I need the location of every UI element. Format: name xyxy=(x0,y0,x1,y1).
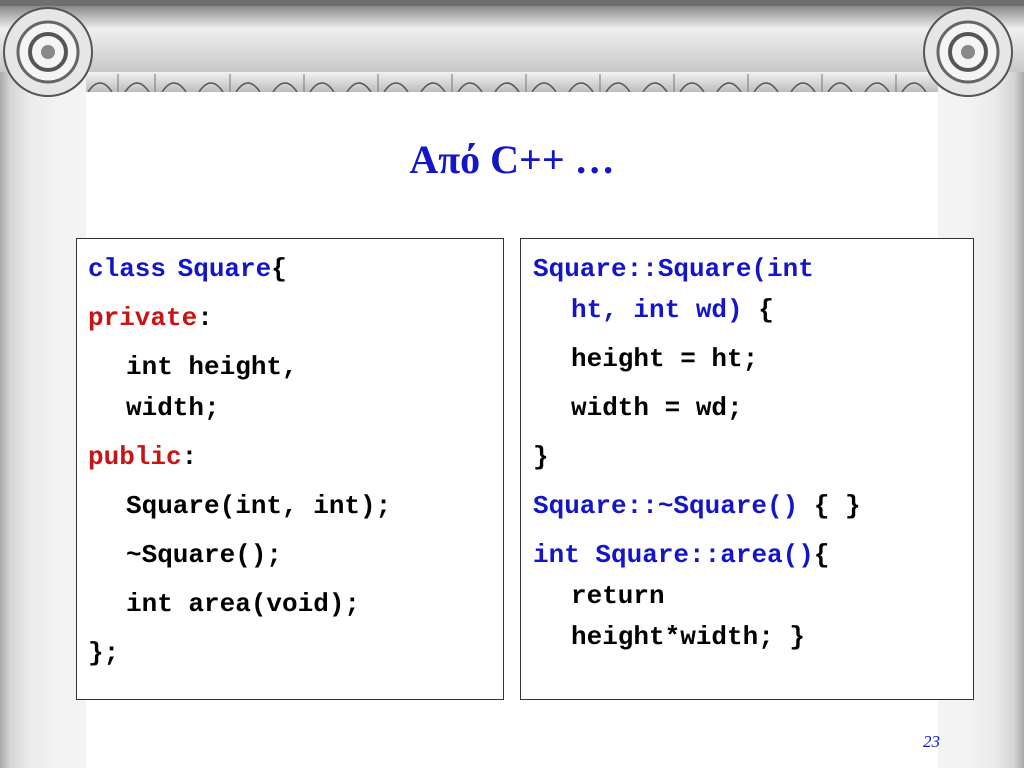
slide-title: Από C++ … xyxy=(409,137,615,182)
code-text: int height, xyxy=(126,352,298,382)
code-line: int Square::area(){ return height*width;… xyxy=(533,535,973,658)
code-keyword: int xyxy=(533,540,580,570)
code-brace: { xyxy=(813,540,830,570)
page-number: 23 xyxy=(923,732,940,751)
code-line: class Square{ xyxy=(88,249,503,290)
code-colon: : xyxy=(197,303,213,333)
code-brace: { xyxy=(271,254,287,284)
column-capital-svg xyxy=(0,0,1024,97)
code-line: int area(void); xyxy=(126,589,361,619)
code-line: height = ht; xyxy=(571,344,759,374)
code-line: }; xyxy=(88,638,120,668)
code-line: Square::Square(int ht, int wd) { xyxy=(533,249,973,331)
code-text: ht, int wd) { xyxy=(533,290,973,331)
code-text: width; xyxy=(126,393,220,423)
method-definitions-code-box: Square::Square(int ht, int wd) { height … xyxy=(520,238,974,700)
code-line: public: xyxy=(88,437,503,478)
code-keyword: class xyxy=(88,254,167,284)
code-line: private: xyxy=(88,298,503,339)
code-access-private: private xyxy=(88,303,198,333)
code-access-public: public xyxy=(88,442,182,472)
code-text: Square::Square(int xyxy=(533,254,814,284)
code-line: Square(int, int); xyxy=(126,491,392,521)
code-text: int Square::area(){ xyxy=(533,535,973,576)
code-destructor-sig: Square::~Square() xyxy=(533,491,799,521)
code-area-sig: Square::area() xyxy=(579,540,814,570)
class-declaration-code-box: class Square{ private: int height, width… xyxy=(76,238,504,700)
code-body: { } xyxy=(798,491,861,521)
code-line: width = wd; xyxy=(571,393,743,423)
code-params: ht, int wd) xyxy=(571,295,743,325)
code-line: ~Square(); xyxy=(126,540,283,570)
code-line: } xyxy=(533,442,549,472)
left-volute-icon xyxy=(3,7,93,97)
column-capital-decoration xyxy=(0,0,1024,100)
code-class-name: Square xyxy=(177,254,272,284)
code-brace: { xyxy=(742,295,774,325)
code-colon: : xyxy=(181,442,198,472)
code-text: return xyxy=(571,581,665,611)
right-volute-icon xyxy=(923,7,1013,97)
code-line: Square::~Square() { } xyxy=(533,486,973,527)
code-text: height*width; } xyxy=(571,622,806,652)
code-line: int height, width; xyxy=(88,347,503,429)
